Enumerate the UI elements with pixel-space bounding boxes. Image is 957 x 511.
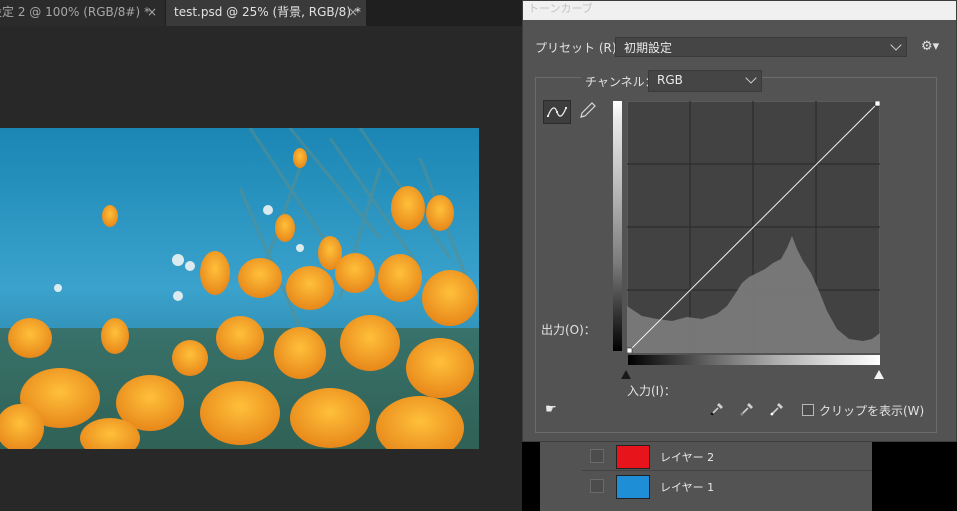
curve-point-black [627,347,633,353]
layer-row[interactable]: レイヤー 2 [582,440,872,473]
layer-name: レイヤー 1 [660,481,715,494]
layers-panel: レイヤー 2 レイヤー 1 [540,440,872,511]
document-tab-test-psd[interactable]: test.psd @ 25% (背景, RGB/8) * × [166,0,366,26]
gray-eyedropper-icon[interactable] [739,401,755,417]
channel-dropdown[interactable]: RGB [648,70,762,92]
chevron-down-icon [890,39,902,51]
curve-point-tool-icon[interactable] [543,100,571,124]
tab-close-icon[interactable]: × [348,0,358,24]
output-label: 出力(O)： [541,323,596,337]
layer-visibility-toggle[interactable] [590,449,604,463]
show-clipping-checkbox[interactable] [802,404,814,416]
input-gradient-bar [628,355,880,365]
pencil-icon[interactable] [575,100,601,122]
layer-name: レイヤー 2 [660,451,715,464]
gear-icon[interactable]: ⚙▾ [921,39,939,54]
document-tab-settings2[interactable]: 設定 2 @ 100% (RGB/8#) * × [0,0,165,26]
input-label: 入力(I)： [627,384,676,398]
document-tab-bar: 設定 2 @ 100% (RGB/8#) * × test.psd @ 25% … [0,0,540,26]
layer-thumbnail [616,475,650,499]
curve-point-white [874,101,880,107]
layer-row[interactable]: レイヤー 1 [582,470,872,503]
curves-dialog: トーンカーブ プリセット (R)： 初期設定 ⚙▾ チャンネル： RGB 出力(… [522,0,957,442]
show-clipping-label: クリップを表示(W) [819,404,925,418]
channel-value: RGB [657,73,683,87]
chevron-down-icon [745,72,757,84]
canvas-image[interactable] [0,128,479,449]
curves-graph[interactable] [627,101,880,353]
tab-close-icon[interactable]: × [147,0,157,24]
tab-label: test.psd @ 25% (背景, RGB/8) * [174,5,361,19]
preset-dropdown[interactable]: 初期設定 [615,37,907,57]
black-eyedropper-icon[interactable] [709,401,725,417]
white-point-slider[interactable] [874,370,884,379]
dialog-title: トーンカーブ [523,1,956,20]
hand-auto-adjust-icon[interactable]: ☛ [545,402,557,417]
black-point-slider[interactable] [621,370,631,379]
preset-value: 初期設定 [624,41,673,55]
layer-thumbnail [616,445,650,469]
output-gradient-bar [613,101,622,351]
white-eyedropper-icon[interactable] [769,401,785,417]
layer-visibility-toggle[interactable] [590,479,604,493]
tab-label: 設定 2 @ 100% (RGB/8#) * [0,5,150,19]
